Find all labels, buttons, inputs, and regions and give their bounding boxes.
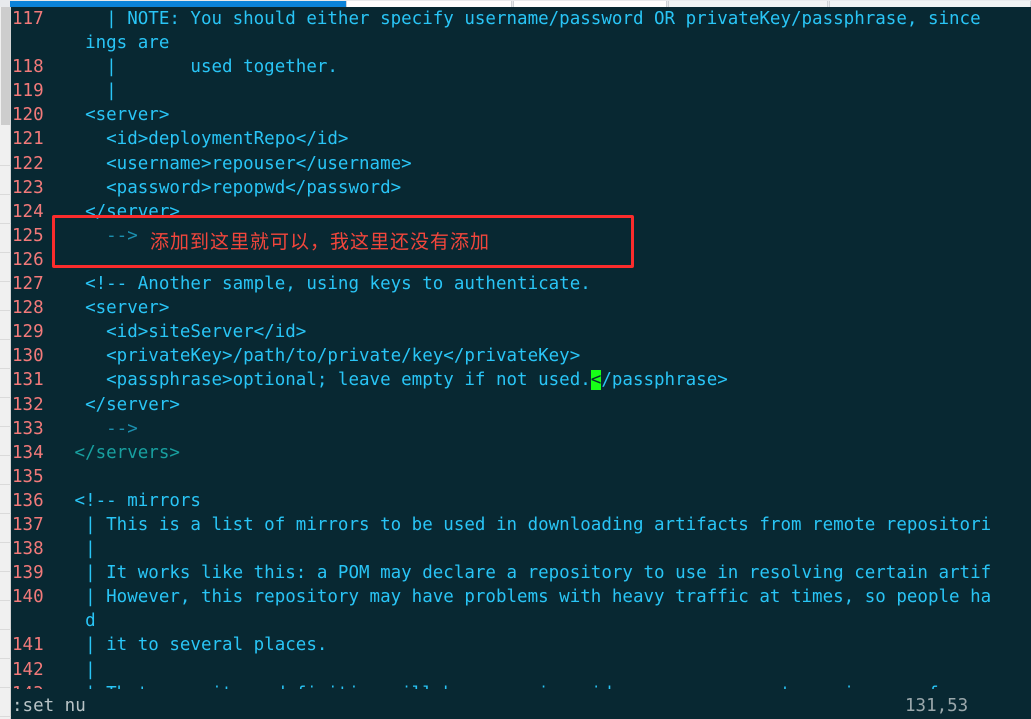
scrollbar-tickmarks bbox=[0, 137, 11, 717]
browser-tab-strip bbox=[0, 0, 1031, 7]
line-content: | However, this repository may have prob… bbox=[64, 587, 992, 608]
editor-row[interactable]: 120 <server> bbox=[12, 103, 1031, 127]
line-content: <privateKey>/path/to/private/key</privat… bbox=[64, 346, 581, 367]
scrollbar-thumb[interactable] bbox=[1, 7, 10, 125]
line-content: </server> bbox=[64, 394, 180, 415]
text-cursor: < bbox=[590, 370, 602, 391]
line-number: 136 bbox=[12, 490, 44, 511]
editor-row[interactable]: 142 | bbox=[12, 658, 1031, 682]
editor-row[interactable]: 143 | That repository definition will ha… bbox=[12, 682, 1031, 689]
editor-row[interactable]: 127 <!-- Another sample, using keys to a… bbox=[12, 272, 1031, 296]
command-line-text: :set nu bbox=[12, 696, 86, 716]
editor-wrapped-row[interactable]: d bbox=[12, 609, 1031, 633]
line-content: <id>siteServer</id> bbox=[64, 322, 307, 343]
line-content: ings are bbox=[64, 33, 170, 54]
line-content: | bbox=[64, 659, 96, 680]
line-content: | bbox=[64, 539, 96, 560]
line-number: 117 bbox=[12, 9, 44, 29]
annotation-text: 添加到这里就可以，我这里还没有添加 bbox=[150, 231, 491, 253]
line-number: 133 bbox=[12, 418, 44, 439]
editor-row[interactable]: 137 | This is a list of mirrors to be us… bbox=[12, 513, 1031, 537]
line-number: 143 bbox=[12, 682, 64, 689]
line-content-after-cursor: /passphrase> bbox=[601, 370, 728, 391]
editor-row[interactable]: 118 | used together. bbox=[12, 55, 1031, 79]
line-number: 139 bbox=[12, 563, 44, 584]
line-number: 135 bbox=[12, 466, 44, 487]
line-content: <!-- mirrors bbox=[64, 490, 201, 511]
line-content: <!-- Another sample, using keys to authe… bbox=[64, 274, 591, 295]
editor-row[interactable]: 139 | It works like this: a POM may decl… bbox=[12, 561, 1031, 585]
editor-row[interactable]: 131 <passphrase>optional; leave empty if… bbox=[12, 368, 1031, 392]
line-number: 122 bbox=[12, 153, 44, 174]
line-content: <server> bbox=[64, 298, 170, 319]
terminal-window: 117 | NOTE: You should either specify us… bbox=[0, 0, 1031, 719]
line-number: 126 bbox=[12, 249, 44, 270]
line-content: <password>repopwd</password> bbox=[64, 177, 402, 198]
line-number: 131 bbox=[12, 370, 44, 391]
line-number: 119 bbox=[12, 81, 44, 102]
line-number: 120 bbox=[12, 105, 44, 126]
editor-row[interactable]: 135 bbox=[12, 465, 1031, 489]
line-content: <passphrase>optional; leave empty if not… bbox=[64, 370, 591, 391]
line-content: --> bbox=[64, 418, 138, 439]
line-content: </servers> bbox=[64, 442, 180, 463]
editor-row[interactable]: 122 <username>repouser</username> bbox=[12, 152, 1031, 176]
editor-row[interactable]: 141 | it to several places. bbox=[12, 633, 1031, 657]
editor-row[interactable]: 138 | bbox=[12, 537, 1031, 561]
line-content: | That repository definition will have a… bbox=[64, 684, 991, 689]
line-content: </server> bbox=[64, 201, 180, 222]
editor-row[interactable]: 130 <privateKey>/path/to/private/key</pr… bbox=[12, 344, 1031, 368]
editor-buffer[interactable]: 117 | NOTE: You should either specify us… bbox=[12, 7, 1031, 689]
line-number: 141 bbox=[12, 635, 44, 656]
line-content: <id>deploymentRepo</id> bbox=[64, 129, 349, 150]
editor-row[interactable]: 123 <password>repopwd</password> bbox=[12, 176, 1031, 200]
editor-row[interactable]: 134 </servers> bbox=[12, 441, 1031, 465]
line-number: 124 bbox=[12, 201, 44, 222]
line-number: 118 bbox=[12, 57, 44, 78]
line-number: 125 bbox=[12, 225, 44, 246]
line-number: 137 bbox=[12, 514, 44, 535]
line-content: | NOTE: You should either specify userna… bbox=[64, 9, 981, 29]
vertical-scrollbar[interactable] bbox=[0, 7, 11, 719]
editor-wrapped-row[interactable]: ings are bbox=[12, 31, 1031, 55]
editor-row[interactable]: 129 <id>siteServer</id> bbox=[12, 320, 1031, 344]
line-number: 128 bbox=[12, 298, 44, 319]
line-content: <username>repouser</username> bbox=[64, 153, 412, 174]
editor-row[interactable]: 140 | However, this repository may have … bbox=[12, 585, 1031, 609]
editor-row[interactable]: 117 | NOTE: You should either specify us… bbox=[12, 7, 1031, 31]
editor-row[interactable]: 124 </server> bbox=[12, 200, 1031, 224]
editor-row[interactable]: 132 </server> bbox=[12, 393, 1031, 417]
editor-row[interactable]: 128 <server> bbox=[12, 296, 1031, 320]
line-content: | used together. bbox=[64, 57, 338, 78]
editor-row[interactable]: 121 <id>deploymentRepo</id> bbox=[12, 127, 1031, 151]
line-number: 142 bbox=[12, 659, 44, 680]
line-number: 123 bbox=[12, 177, 44, 198]
editor-row[interactable]: 136 <!-- mirrors bbox=[12, 489, 1031, 513]
line-content: | It works like this: a POM may declare … bbox=[64, 563, 992, 584]
status-line: :set nu 131,53 bbox=[12, 693, 1031, 719]
editor-row[interactable]: 133 --> bbox=[12, 417, 1031, 441]
line-content: | bbox=[64, 81, 117, 102]
line-number: 121 bbox=[12, 129, 44, 150]
line-number: 129 bbox=[12, 322, 44, 343]
line-number: 140 bbox=[12, 587, 44, 608]
cursor-position-indicator: 131,53 bbox=[905, 696, 969, 716]
line-content: | it to several places. bbox=[64, 635, 328, 656]
line-number: 138 bbox=[12, 539, 44, 560]
line-content: <server> bbox=[64, 105, 170, 126]
editor-row[interactable]: 119 | bbox=[12, 79, 1031, 103]
line-number: 134 bbox=[12, 442, 44, 463]
line-content: --> bbox=[64, 225, 138, 246]
line-content: | This is a list of mirrors to be used i… bbox=[64, 514, 992, 535]
line-number: 132 bbox=[12, 394, 44, 415]
line-number: 130 bbox=[12, 346, 44, 367]
line-content: d bbox=[64, 611, 96, 632]
line-number: 127 bbox=[12, 274, 44, 295]
